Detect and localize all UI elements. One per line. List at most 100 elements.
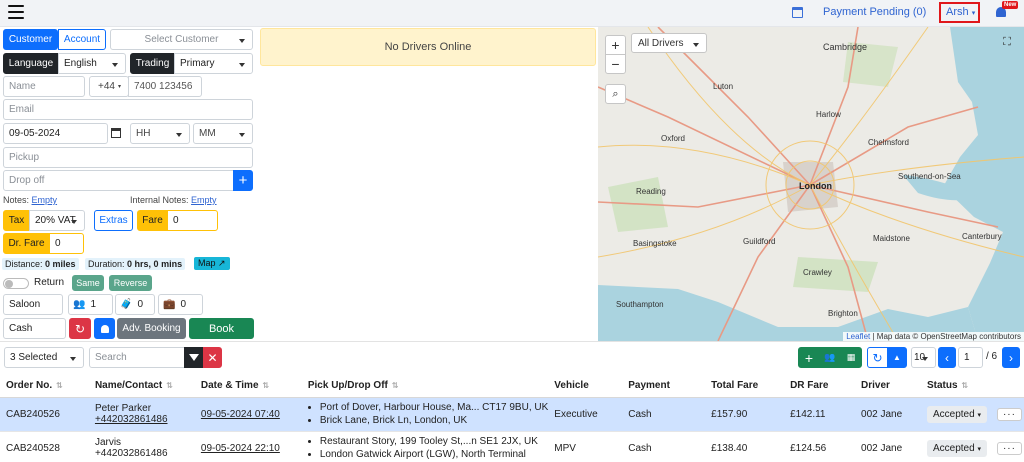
filter-button[interactable] bbox=[184, 347, 204, 368]
add-stop-button[interactable]: + bbox=[233, 170, 253, 191]
customers-button[interactable]: 👥 bbox=[819, 347, 841, 368]
customer-phone[interactable]: +442032861486 bbox=[95, 414, 195, 425]
status-dropdown[interactable]: Accepted ▾ bbox=[926, 439, 987, 457]
fare-input[interactable]: 0 bbox=[167, 210, 218, 231]
dropoff-input[interactable]: Drop off bbox=[3, 170, 234, 191]
vehicle: Executive bbox=[548, 397, 623, 432]
map-view-button[interactable]: ▦ bbox=[840, 347, 862, 368]
chevron-down-icon: ▾ bbox=[971, 10, 976, 17]
header-label: Total Fare bbox=[711, 380, 759, 392]
extras-button[interactable]: Extras bbox=[94, 210, 133, 231]
map-search-button[interactable]: ⌕ bbox=[605, 84, 626, 104]
column-header[interactable]: Payment bbox=[622, 375, 706, 398]
table-row[interactable]: CAB240526 Peter Parker +442032861486 09-0… bbox=[0, 397, 1024, 432]
menu-icon[interactable] bbox=[8, 5, 24, 19]
reverse-button[interactable]: Reverse bbox=[109, 275, 152, 291]
country-code-select[interactable]: +44 ▾ bbox=[89, 76, 129, 97]
return-toggle[interactable] bbox=[3, 278, 29, 289]
calendar-icon[interactable] bbox=[792, 7, 803, 18]
trading-select[interactable]: Primary bbox=[174, 53, 253, 74]
clear-filter-button[interactable]: ✕ bbox=[203, 347, 222, 368]
more-options-button[interactable]: ··· bbox=[996, 407, 1022, 421]
tax-select[interactable]: 20% VAT bbox=[29, 210, 85, 231]
adv-booking-button[interactable]: Adv. Booking bbox=[117, 318, 186, 339]
status-cell: Accepted ▾ bbox=[920, 431, 991, 462]
auto-refresh-toggle[interactable]: ▲ bbox=[887, 347, 907, 368]
column-header[interactable]: Driver bbox=[855, 375, 921, 398]
chevron-right-icon: › bbox=[1009, 350, 1013, 365]
fullscreen-button[interactable]: ⛶ bbox=[996, 32, 1018, 52]
map-button[interactable]: Map ↗ bbox=[194, 257, 230, 270]
select-customer-dropdown[interactable]: Select Customer bbox=[110, 29, 253, 50]
status-dropdown[interactable]: Accepted ▾ bbox=[926, 405, 987, 423]
customer-phone[interactable]: +442032861486 bbox=[95, 448, 195, 459]
column-header[interactable]: Status ⇅ bbox=[920, 375, 991, 398]
map[interactable]: Cambridge Luton Oxford Harlow Chelmsford… bbox=[598, 27, 1024, 341]
booking-datetime[interactable]: 09-05-2024 22:10 bbox=[201, 443, 280, 454]
table-row[interactable]: CAB240528 Jarvis +442032861486 09-05-2024… bbox=[0, 431, 1024, 462]
notify-button[interactable] bbox=[94, 318, 115, 339]
name-contact: Jarvis +442032861486 bbox=[88, 431, 195, 462]
tab-customer[interactable]: Customer bbox=[3, 29, 58, 50]
page-size-select[interactable]: 10 bbox=[911, 347, 936, 368]
prev-page-button[interactable]: ‹ bbox=[938, 347, 956, 368]
suitcase-icon: 🧳 bbox=[120, 299, 133, 310]
passengers-field[interactable]: 👥 1 bbox=[68, 294, 113, 315]
driver-filter-select[interactable]: All Drivers bbox=[631, 33, 707, 53]
user-menu[interactable]: Arsh ▾ bbox=[939, 2, 980, 23]
refresh-icon: ↻ bbox=[872, 350, 883, 365]
payment-pending-link[interactable]: Payment Pending (0) bbox=[823, 6, 926, 18]
vehicle-select[interactable]: Saloon bbox=[3, 294, 63, 315]
zoom-in-button[interactable]: + bbox=[605, 35, 626, 55]
notes-link[interactable]: Empty bbox=[32, 195, 58, 205]
payment-select[interactable]: Cash bbox=[3, 318, 66, 339]
column-header[interactable]: Vehicle bbox=[548, 375, 623, 398]
pickup-input[interactable]: Pickup bbox=[3, 147, 253, 168]
minute-select[interactable]: MM bbox=[193, 123, 253, 144]
plus-icon: + bbox=[804, 349, 814, 366]
hand-luggage-field[interactable]: 💼 0 bbox=[158, 294, 203, 315]
language-select[interactable]: English bbox=[58, 53, 126, 74]
column-header[interactable]: Name/Contact ⇅ bbox=[88, 375, 195, 398]
book-button[interactable]: Book bbox=[189, 318, 254, 339]
column-header[interactable]: Order No. ⇅ bbox=[0, 375, 89, 398]
header-label: DR Fare bbox=[790, 380, 829, 392]
same-button[interactable]: Same bbox=[72, 275, 104, 291]
chevron-up-icon: ▲ bbox=[893, 353, 901, 362]
internal-notes-link[interactable]: Empty bbox=[191, 195, 217, 205]
page-input[interactable]: 1 bbox=[958, 347, 983, 368]
date-input[interactable]: 09-05-2024 bbox=[3, 123, 108, 144]
plus-icon: + bbox=[238, 172, 248, 189]
refresh-table-button[interactable]: ↻ bbox=[867, 347, 888, 368]
column-header[interactable]: DR Fare bbox=[784, 375, 856, 398]
actions-cell: ··· bbox=[990, 397, 1024, 432]
chevron-down-icon: ▾ bbox=[977, 445, 981, 453]
sort-icon: ⇅ bbox=[166, 381, 173, 391]
chevron-down-icon: ▾ bbox=[117, 84, 121, 90]
next-page-button[interactable]: › bbox=[1002, 347, 1020, 368]
tab-account[interactable]: Account bbox=[58, 29, 106, 50]
dr-fare-input[interactable]: 0 bbox=[49, 233, 84, 254]
date-time: 09-05-2024 07:40 bbox=[194, 397, 302, 432]
place-label: Harlow bbox=[816, 110, 841, 119]
zoom-out-button[interactable]: − bbox=[605, 54, 626, 74]
column-header[interactable]: Total Fare bbox=[705, 375, 785, 398]
booking-datetime[interactable]: 09-05-2024 07:40 bbox=[201, 409, 280, 420]
column-header[interactable]: Date & Time ⇅ bbox=[194, 375, 302, 398]
phone-input[interactable]: 7400 123456 bbox=[128, 76, 202, 97]
calendar-icon[interactable] bbox=[111, 128, 121, 138]
columns-select[interactable]: 3 Selected bbox=[4, 347, 84, 368]
hour-select[interactable]: HH bbox=[130, 123, 190, 144]
search-input[interactable]: Search bbox=[89, 347, 185, 368]
refresh-button[interactable]: ↻ bbox=[69, 318, 91, 339]
sort-icon: ⇅ bbox=[262, 381, 270, 391]
email-input[interactable]: Email bbox=[3, 99, 253, 120]
more-options-button[interactable]: ··· bbox=[996, 441, 1022, 455]
leaflet-link[interactable]: Leaflet bbox=[846, 332, 870, 341]
name-input[interactable]: Name bbox=[3, 76, 85, 97]
map-attribution: Leaflet | Map data © OpenStreetMap contr… bbox=[843, 332, 1024, 341]
luggage-field[interactable]: 🧳 0 bbox=[115, 294, 155, 315]
add-booking-button[interactable]: + bbox=[798, 347, 820, 368]
header-label: Driver bbox=[861, 380, 890, 392]
column-header[interactable]: Pick Up/Drop Off ⇅ bbox=[301, 375, 549, 398]
